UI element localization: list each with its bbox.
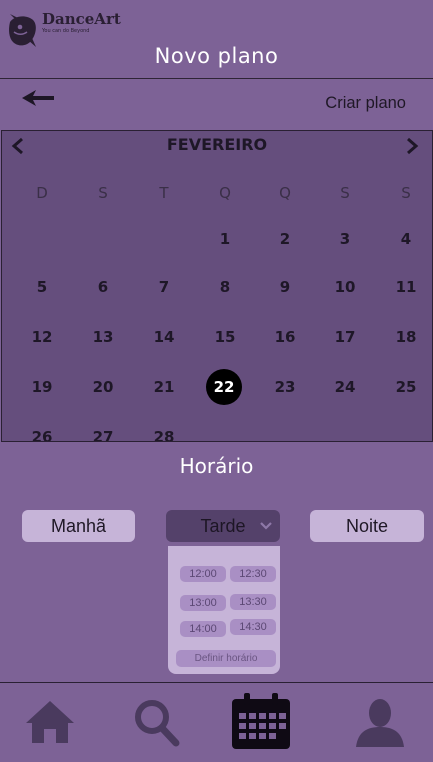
calendar-day[interactable]: 6 <box>83 278 123 296</box>
weekday-label: S <box>98 184 108 202</box>
calendar-day[interactable]: 27 <box>83 428 123 441</box>
time-option[interactable]: 12:30 <box>230 566 276 582</box>
time-option[interactable]: 13:00 <box>180 595 226 611</box>
logo-name: DanceArt <box>42 10 121 28</box>
calendar-day-selected[interactable]: 22 <box>206 369 242 405</box>
period-afternoon-label: Tarde <box>200 516 246 536</box>
calendar-day[interactable]: 1 <box>205 230 245 248</box>
calendar-day[interactable]: 15 <box>205 328 245 346</box>
calendar-day[interactable]: 4 <box>386 230 426 248</box>
calendar-day[interactable]: 23 <box>265 378 305 396</box>
calendar-day[interactable]: 13 <box>83 328 123 346</box>
calendar-day[interactable]: 5 <box>22 278 62 296</box>
weekday-label: T <box>159 184 169 202</box>
calendar-day[interactable]: 14 <box>144 328 184 346</box>
time-option[interactable]: 13:30 <box>230 594 276 610</box>
calendar-day[interactable]: 28 <box>144 428 184 441</box>
home-icon[interactable] <box>24 699 76 745</box>
search-icon[interactable] <box>132 697 180 747</box>
bottom-nav <box>0 682 433 762</box>
profile-icon[interactable] <box>354 697 406 749</box>
calendar-day[interactable]: 21 <box>144 378 184 396</box>
logo-tagline: You can do Beyond <box>42 28 90 34</box>
calendar-day[interactable]: 20 <box>83 378 123 396</box>
time-option[interactable]: 14:30 <box>230 619 276 635</box>
calendar-day[interactable]: 2 <box>265 230 305 248</box>
create-plan-button[interactable]: Criar plano <box>325 94 406 113</box>
time-dropdown: 12:00 12:30 13:00 13:30 14:00 14:30 Defi… <box>168 546 280 674</box>
time-option[interactable]: 12:00 <box>180 566 226 582</box>
period-morning-button[interactable]: Manhã <box>22 510 135 542</box>
calendar-day[interactable]: 18 <box>386 328 426 346</box>
calendar-day[interactable]: 25 <box>386 378 426 396</box>
weekday-label: S <box>401 184 411 202</box>
schedule-title: Horário <box>179 454 254 478</box>
calendar-day[interactable]: 26 <box>22 428 62 441</box>
action-bar: Criar plano <box>0 78 433 130</box>
time-option[interactable]: 14:00 <box>180 621 226 637</box>
weekday-label: D <box>36 184 48 202</box>
app-logo[interactable]: DanceArt You can do Beyond <box>6 12 121 48</box>
calendar-day[interactable]: 8 <box>205 278 245 296</box>
calendar-day[interactable]: 9 <box>265 278 305 296</box>
define-time-button[interactable]: Definir horário <box>176 650 276 667</box>
weekday-label: S <box>340 184 350 202</box>
calendar-day[interactable]: 10 <box>325 278 365 296</box>
weekday-label: Q <box>279 184 291 202</box>
calendar-day[interactable]: 17 <box>325 328 365 346</box>
calendar-month: FEVEREIRO <box>166 135 268 154</box>
calendar-day[interactable]: 12 <box>22 328 62 346</box>
calendar-day[interactable]: 19 <box>22 378 62 396</box>
chevron-down-icon <box>260 522 272 530</box>
calendar-icon[interactable] <box>230 693 292 751</box>
logo-icon <box>9 14 36 47</box>
period-night-button[interactable]: Noite <box>310 510 424 542</box>
calendar: FEVEREIRO D S T Q Q S S 1 2 3 4 5 6 7 8 9 10 11 12 13 14 15 16… <box>1 130 433 442</box>
back-arrow-icon[interactable] <box>20 88 56 108</box>
calendar-day[interactable]: 11 <box>386 278 426 296</box>
weekday-label: Q <box>219 184 231 202</box>
calendar-day[interactable]: 7 <box>144 278 184 296</box>
period-afternoon-button[interactable]: Tarde <box>166 510 280 542</box>
header: DanceArt You can do Beyond Novo plano <box>0 0 433 79</box>
next-month-icon[interactable] <box>404 137 420 155</box>
calendar-day[interactable]: 16 <box>265 328 305 346</box>
page-title: Novo plano <box>154 44 279 68</box>
calendar-day-label: 22 <box>213 378 235 396</box>
calendar-day[interactable]: 3 <box>325 230 365 248</box>
calendar-day[interactable]: 24 <box>325 378 365 396</box>
